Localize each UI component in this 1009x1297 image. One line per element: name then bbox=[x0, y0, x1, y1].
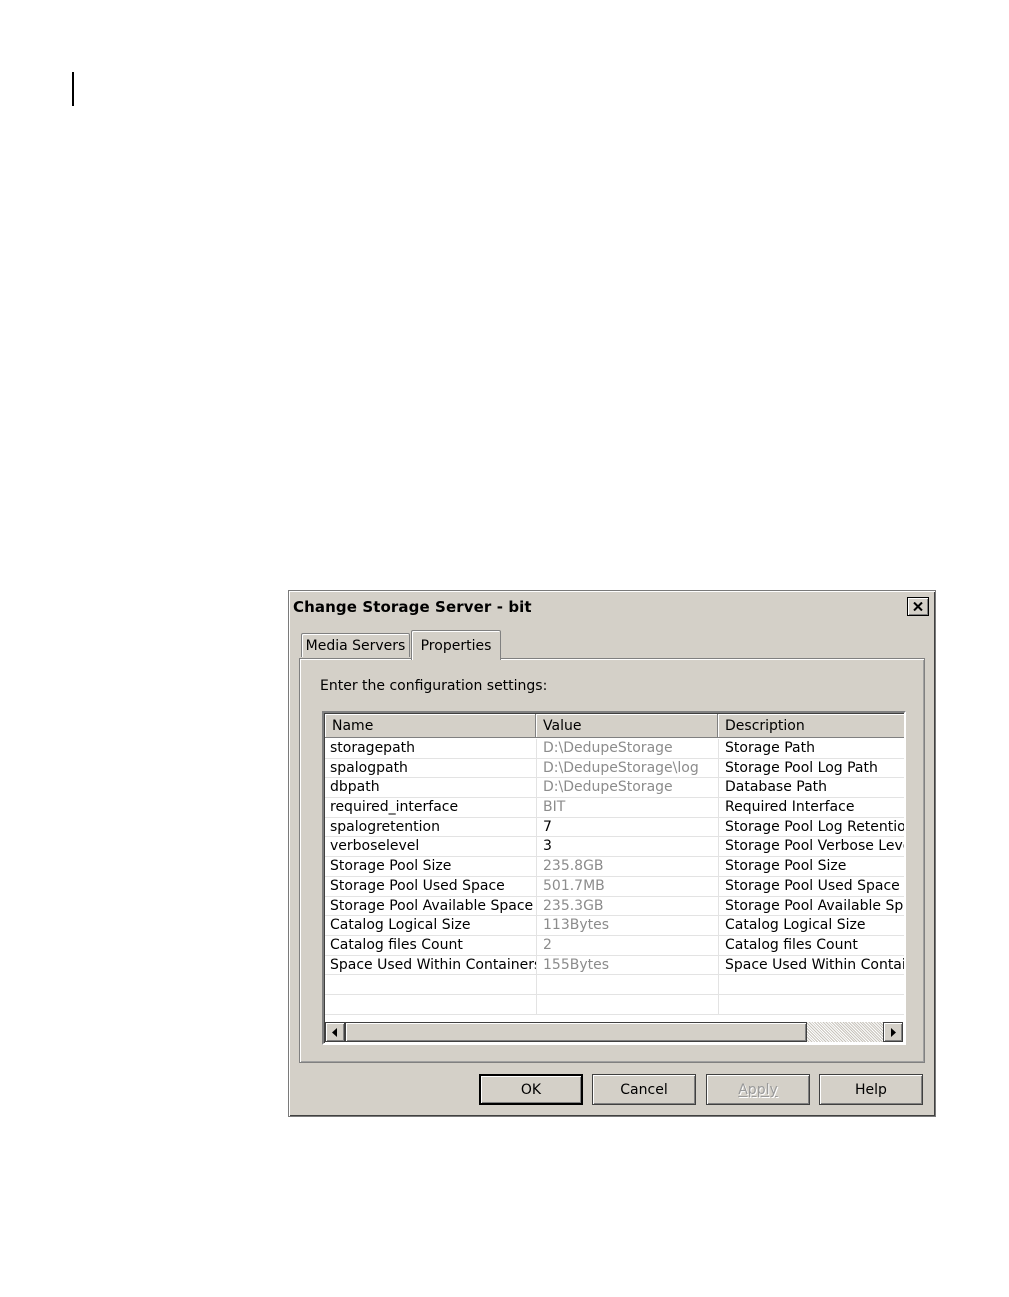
cell-value: 155Bytes bbox=[537, 955, 719, 975]
cell-value: 501.7MB bbox=[537, 876, 719, 896]
cell-value bbox=[537, 975, 719, 994]
cell-description bbox=[719, 995, 904, 1014]
scroll-left-button[interactable] bbox=[325, 1022, 345, 1042]
ok-button[interactable]: OK bbox=[479, 1074, 583, 1105]
table-row[interactable]: spalogretention 7 Storage Pool Log Retenti… bbox=[325, 817, 906, 838]
cell-value: 113Bytes bbox=[537, 916, 719, 935]
cell-name: Space Used Within Containers bbox=[325, 955, 537, 975]
close-button[interactable] bbox=[907, 597, 929, 616]
cell-name: Catalog Logical Size bbox=[325, 916, 537, 935]
column-header-description[interactable]: Description bbox=[718, 714, 904, 738]
cell-description: Storage Pool Available Space bbox=[725, 897, 904, 914]
cell-description: Storage Pool Verbose Level bbox=[725, 838, 906, 855]
column-header-name[interactable]: Name bbox=[325, 714, 536, 738]
cell-description: Required Interface bbox=[725, 799, 855, 816]
title-bar[interactable]: Change Storage Server - bit bbox=[291, 593, 933, 621]
cell-description: Storage Pool Log Path bbox=[725, 759, 878, 776]
cell-name: Catalog files Count bbox=[325, 935, 537, 955]
table-row[interactable]: Catalog Logical Size 113Bytes Catalog Logi… bbox=[325, 916, 904, 936]
cell-name: verboselevel bbox=[325, 837, 537, 857]
column-header-value[interactable]: Value bbox=[536, 714, 718, 738]
cell-name: Storage Pool Available Space bbox=[325, 896, 537, 916]
cell-value: 235.8GB bbox=[537, 857, 719, 876]
table-row[interactable]: storagepath D:\DedupeStorage Storage Path bbox=[325, 739, 904, 759]
cell-description: Storage Path bbox=[725, 740, 815, 756]
scrollbar-track[interactable] bbox=[807, 1022, 883, 1042]
tab-properties[interactable]: Properties bbox=[411, 630, 501, 660]
page-margin-rule bbox=[72, 72, 74, 106]
cell-description: Space Used Within Containers bbox=[725, 956, 906, 973]
cell-name bbox=[325, 975, 537, 994]
cell-description: Storage Pool Log Retention bbox=[725, 818, 906, 835]
cell-value[interactable]: 7 bbox=[537, 817, 719, 837]
cell-name: required_interface bbox=[325, 798, 537, 817]
cell-value: D:\DedupeStorage\log bbox=[537, 758, 719, 778]
instruction-text: Enter the configuration settings: bbox=[320, 678, 548, 694]
table-row[interactable]: dbpath D:\DedupeStorage Database Path bbox=[325, 778, 904, 799]
cell-name: spalogretention bbox=[325, 817, 537, 837]
tab-media-servers[interactable]: Media Servers bbox=[301, 633, 410, 657]
cell-name bbox=[325, 994, 537, 1014]
table-row[interactable]: Storage Pool Available Space 235.3GB Stora… bbox=[325, 896, 904, 917]
cell-value: D:\DedupeStorage bbox=[537, 778, 719, 798]
cell-value: 235.3GB bbox=[537, 896, 719, 916]
cell-name: spalogpath bbox=[325, 758, 537, 778]
cell-description: Storage Pool Size bbox=[725, 858, 847, 875]
arrow-right-icon bbox=[891, 1027, 896, 1037]
arrow-left-icon bbox=[332, 1027, 337, 1037]
horizontal-scrollbar[interactable] bbox=[325, 1022, 903, 1042]
dialog-title: Change Storage Server - bit bbox=[293, 598, 532, 616]
table-row[interactable] bbox=[325, 975, 904, 995]
cell-value bbox=[537, 994, 719, 1014]
list-header: Name Value Description bbox=[325, 714, 904, 738]
table-row[interactable]: verboselevel 3 Storage Pool Verbose Level bbox=[325, 837, 906, 858]
list-body: storagepath D:\DedupeStorage Storage Path s… bbox=[325, 739, 906, 1015]
scrollbar-thumb[interactable] bbox=[345, 1022, 807, 1042]
cell-value[interactable]: 3 bbox=[537, 837, 719, 857]
cell-name: Storage Pool Used Space bbox=[325, 876, 537, 896]
apply-button-label: Apply bbox=[738, 1081, 778, 1098]
table-row[interactable]: Catalog files Count 2 Catalog files Count bbox=[325, 935, 904, 956]
cell-description: Database Path bbox=[725, 779, 828, 796]
settings-list-view[interactable]: Name Value Description storagepath D:\Ded… bbox=[322, 711, 906, 1045]
cell-description: Storage Pool Used Space bbox=[725, 877, 900, 894]
cell-value: 2 bbox=[537, 935, 719, 955]
table-row[interactable]: Storage Pool Size 235.8GB Storage Pool Siz… bbox=[325, 857, 904, 877]
table-row[interactable]: required_interface BIT Required Interface bbox=[325, 798, 904, 818]
cell-name: dbpath bbox=[325, 778, 537, 798]
properties-panel: Enter the configuration settings: Name V… bbox=[299, 658, 925, 1063]
cell-name: storagepath bbox=[325, 739, 537, 758]
cell-description bbox=[719, 975, 904, 994]
cell-value: D:\DedupeStorage bbox=[537, 739, 719, 758]
tab-properties-label: Properties bbox=[420, 637, 492, 654]
table-row[interactable]: spalogpath D:\DedupeStorage\log Storage Po… bbox=[325, 758, 904, 779]
apply-button[interactable]: Apply bbox=[706, 1074, 810, 1105]
help-button[interactable]: Help bbox=[819, 1074, 923, 1105]
cell-value: BIT bbox=[537, 798, 719, 817]
cell-name: Storage Pool Size bbox=[325, 857, 537, 876]
table-row[interactable]: Storage Pool Used Space 501.7MB Storage Po… bbox=[325, 876, 904, 897]
tab-media-servers-label: Media Servers bbox=[305, 637, 406, 654]
scroll-right-button[interactable] bbox=[883, 1022, 903, 1042]
cell-description: Catalog files Count bbox=[725, 936, 858, 953]
table-row[interactable]: Space Used Within Containers 155Bytes Spac… bbox=[325, 955, 906, 976]
close-x-icon bbox=[913, 602, 923, 611]
change-storage-server-dialog: Change Storage Server - bit Media Server… bbox=[288, 590, 936, 1117]
cell-description: Catalog Logical Size bbox=[725, 917, 866, 934]
cancel-button[interactable]: Cancel bbox=[592, 1074, 696, 1105]
table-row[interactable] bbox=[325, 994, 904, 1015]
